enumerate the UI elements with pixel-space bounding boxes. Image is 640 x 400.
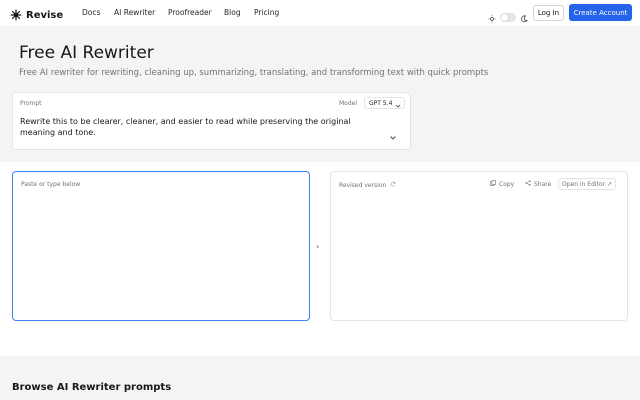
prompt-label: Prompt: [20, 100, 42, 107]
output-label: Revised version: [339, 181, 396, 189]
page-subtitle: Free AI rewriter for rewriting, cleaning…: [19, 68, 489, 78]
top-nav: Revise Docs AI Rewriter Proofreader Blog…: [0, 0, 640, 26]
model-select[interactable]: GPT 5.4: [364, 97, 405, 109]
open-in-editor-button[interactable]: Open in Editor ↗: [558, 178, 617, 190]
theme-switcher: [488, 8, 528, 27]
brand[interactable]: Revise: [10, 6, 63, 25]
nav-link-pricing[interactable]: Pricing: [254, 8, 279, 17]
logo-icon: [10, 6, 22, 25]
share-button[interactable]: Share: [522, 178, 554, 190]
output-panel: Revised version Copy Share Open in Edito…: [330, 171, 628, 321]
prompt-text[interactable]: Rewrite this to be clearer, cleaner, and…: [20, 116, 370, 138]
moon-icon: [520, 8, 528, 27]
input-placeholder: Paste or type below: [21, 181, 81, 188]
prompt-card: Prompt Model GPT 5.4 Rewrite this to be …: [12, 92, 411, 150]
model-value: GPT 5.4: [369, 99, 393, 107]
nav-link-blog[interactable]: Blog: [224, 8, 241, 17]
copy-label: Copy: [499, 180, 515, 188]
model-label: Model: [339, 100, 358, 107]
nav-link-proofreader[interactable]: Proofreader: [168, 8, 212, 17]
nav-link-docs[interactable]: Docs: [82, 8, 100, 17]
create-account-button[interactable]: Create Account: [569, 4, 632, 21]
copy-icon: [490, 180, 496, 188]
input-textarea[interactable]: Paste or type below: [12, 171, 310, 321]
browse-heading: Browse AI Rewriter prompts: [12, 382, 172, 393]
refresh-icon[interactable]: [390, 181, 396, 189]
share-icon: [525, 180, 531, 188]
chevron-right-icon[interactable]: ›: [316, 242, 319, 251]
brand-name: Revise: [26, 10, 64, 21]
login-button[interactable]: Log In: [533, 5, 564, 21]
output-label-text: Revised version: [339, 181, 387, 189]
nav-link-ai-rewriter[interactable]: AI Rewriter: [114, 8, 155, 17]
copy-button[interactable]: Copy: [487, 178, 517, 190]
chevron-down-icon: [395, 94, 401, 113]
page-title: Free AI Rewriter: [19, 43, 154, 63]
prompt-expand-chevron-icon[interactable]: [389, 127, 397, 140]
sun-icon: [488, 8, 496, 27]
share-label: Share: [534, 180, 552, 188]
theme-toggle[interactable]: [500, 13, 516, 22]
